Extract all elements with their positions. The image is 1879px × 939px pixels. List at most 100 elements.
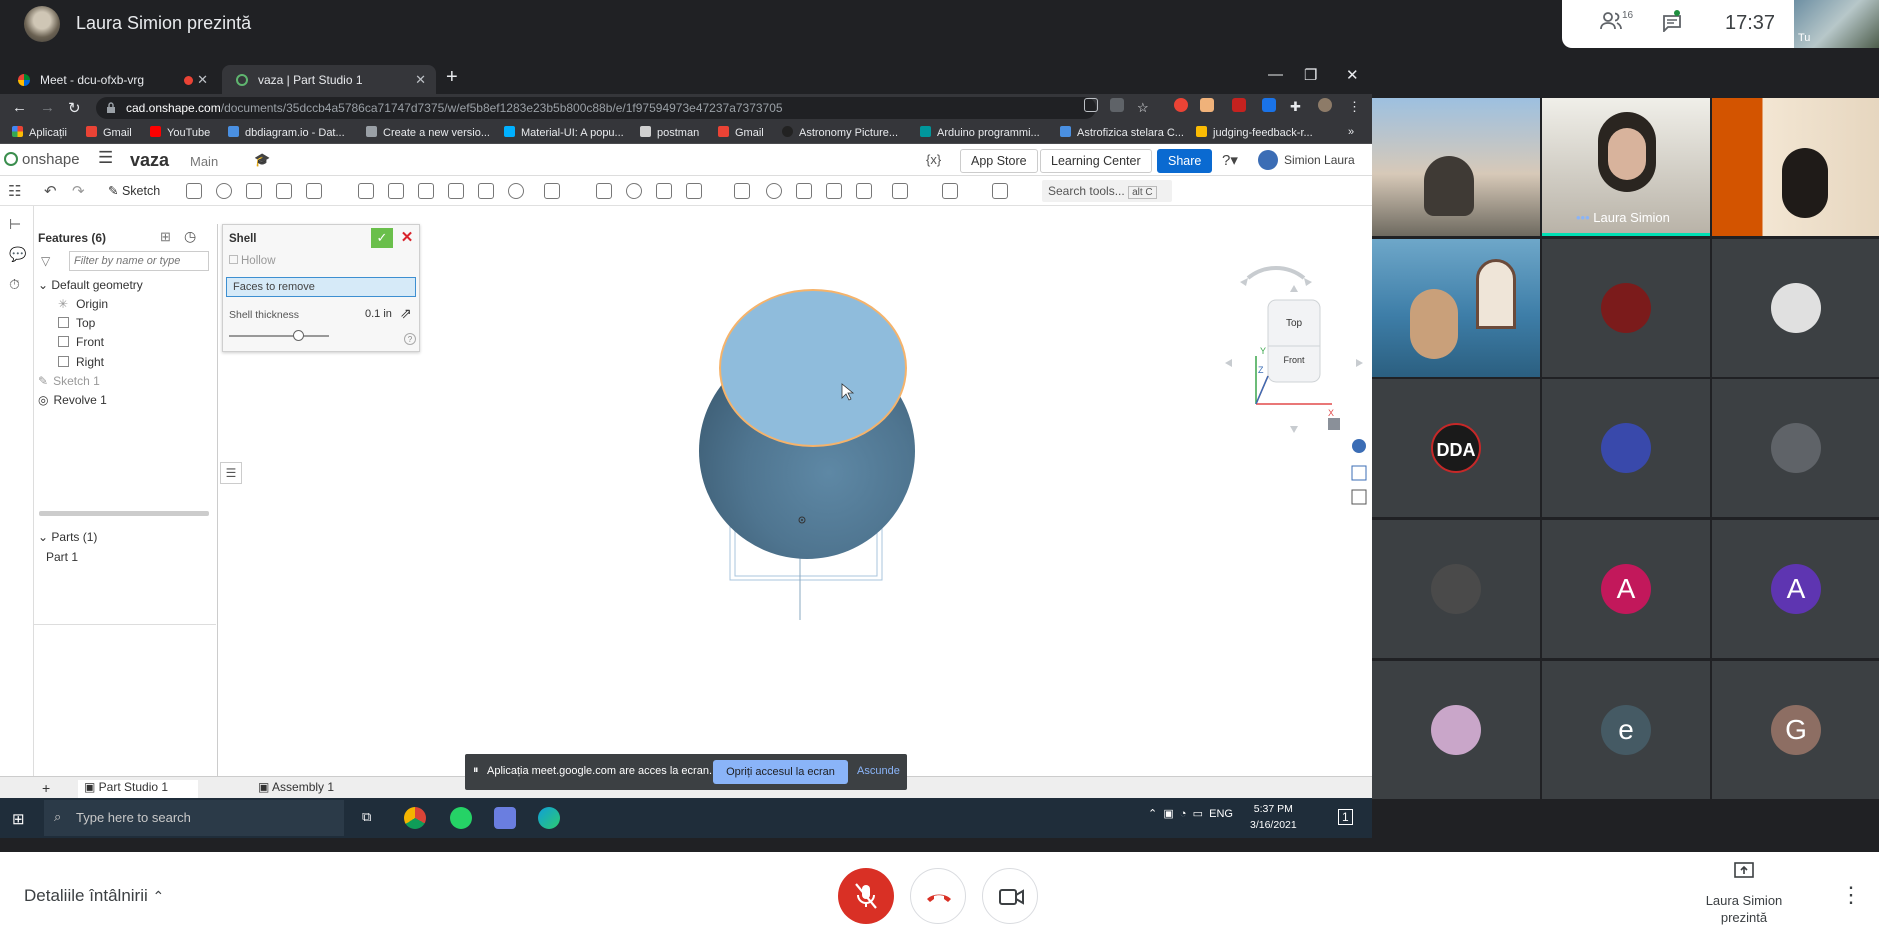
rollback-icon[interactable]: ◷ [184, 228, 196, 245]
delete-part-tool-icon[interactable] [734, 183, 750, 199]
history-icon[interactable]: ⏱ [9, 276, 20, 293]
modify-fillet-tool-icon[interactable] [766, 183, 782, 199]
parts-folder[interactable]: ⌄ Parts (1) [38, 530, 97, 544]
feature-tree-icon[interactable]: ⊢ [9, 216, 21, 233]
undo-icon[interactable]: ↶ [44, 182, 57, 200]
transform-tool-icon[interactable] [686, 183, 702, 199]
whatsapp-taskbar-icon[interactable] [450, 807, 472, 829]
edge-taskbar-icon[interactable] [538, 807, 560, 829]
selected-top-face[interactable] [719, 289, 907, 447]
tray-clock[interactable]: 5:37 PM 3/16/2021 [1250, 801, 1297, 833]
redo-icon[interactable]: ↷ [72, 182, 85, 200]
bookmark-item[interactable]: Astrofizica stelara C... [1060, 126, 1184, 139]
profile-icon[interactable] [1318, 98, 1332, 112]
feature-sketch-1[interactable]: ✎ Sketch 1 [38, 374, 100, 388]
extrude-tool-icon[interactable] [186, 183, 202, 199]
default-geometry-folder[interactable]: ⌄ Default geometry [38, 278, 143, 292]
document-name[interactable]: vaza [130, 150, 169, 171]
feature-list-icon[interactable]: ☷ [8, 182, 21, 200]
search-tools-input[interactable]: Search tools... alt C [1042, 180, 1172, 202]
bookmark-item[interactable]: Gmail [718, 126, 764, 139]
bookmark-item[interactable]: Aplicații [12, 126, 67, 139]
participant-tile[interactable]: e [1542, 661, 1710, 799]
boolean-tool-icon[interactable] [626, 183, 642, 199]
thicken-tool-icon[interactable] [306, 183, 322, 199]
branch-name[interactable]: Main [190, 154, 218, 169]
windows-start-icon[interactable]: ⊞ [12, 810, 25, 828]
hang-up-button[interactable] [910, 868, 966, 924]
present-screen-icon[interactable] [1734, 862, 1754, 880]
feature-right-plane[interactable]: Right [58, 355, 104, 369]
more-bookmarks-icon[interactable]: » [1348, 126, 1354, 138]
shell-tool-icon[interactable] [478, 183, 494, 199]
mic-off-button[interactable] [838, 868, 894, 924]
minimize-icon[interactable]: — [1268, 66, 1283, 83]
user-name[interactable]: Simion Laura [1284, 153, 1355, 167]
tab-meet[interactable]: Meet - dcu-ofxb-vrg ✕ [4, 65, 218, 94]
app-store-button[interactable]: App Store [960, 149, 1038, 173]
hamburger-menu-icon[interactable]: ☰ [98, 148, 113, 168]
close-tab-icon[interactable]: ✕ [197, 72, 208, 88]
feature-top-plane[interactable]: Top [58, 316, 95, 330]
loft-tool-icon[interactable] [276, 183, 292, 199]
participant-tile[interactable]: A [1542, 520, 1710, 658]
people-icon[interactable] [1600, 12, 1622, 30]
participant-tile-video[interactable] [1712, 98, 1879, 236]
learning-cap-icon[interactable]: 🎓 [254, 152, 270, 168]
back-icon[interactable]: ← [12, 99, 27, 116]
help-icon[interactable]: ?▾ [1222, 151, 1238, 169]
plane-tool-icon[interactable] [892, 183, 908, 199]
learning-center-button[interactable]: Learning Center [1040, 149, 1152, 173]
extension-icon[interactable] [1200, 98, 1214, 112]
participant-tile[interactable] [1542, 379, 1710, 517]
close-tab-icon[interactable]: ✕ [415, 72, 426, 88]
filter-features-input[interactable] [69, 251, 209, 271]
view-options-icon[interactable] [1328, 418, 1340, 430]
participant-tile-featured[interactable]: ••• Laura Simion [1542, 98, 1710, 236]
url-input[interactable]: cad.onshape.com/documents/35dccb4a5786ca… [96, 97, 1096, 119]
draft-tool-icon[interactable] [418, 183, 434, 199]
rib-tool-icon[interactable] [448, 183, 464, 199]
participant-tile[interactable] [1372, 520, 1540, 658]
chrome-taskbar-icon[interactable] [404, 807, 426, 829]
extension-icon[interactable] [1262, 98, 1276, 112]
split-tool-icon[interactable] [656, 183, 672, 199]
self-video-tile[interactable]: Tu [1794, 0, 1879, 48]
move-face-tool-icon[interactable] [796, 183, 812, 199]
comment-icon[interactable]: 💬 [9, 246, 26, 263]
restore-icon[interactable]: ❐ [1304, 66, 1317, 84]
participant-tile-video[interactable] [1372, 239, 1540, 377]
bookmark-item[interactable]: Create a new versio... [366, 126, 490, 139]
stop-sharing-button[interactable]: Opriți accesul la ecran [713, 760, 848, 784]
presenting-label[interactable]: Laura Simion prezintă [1690, 892, 1798, 926]
hide-notification-button[interactable]: Ascunde [857, 765, 900, 777]
share-button[interactable]: Share [1157, 149, 1213, 173]
translate-icon[interactable] [1110, 98, 1124, 112]
bookmark-item[interactable]: YouTube [150, 126, 210, 139]
onshape-logo[interactable]: onshape [4, 151, 80, 168]
language-indicator[interactable]: ENG [1209, 808, 1233, 820]
bookmark-item[interactable]: Astronomy Picture... [782, 126, 898, 139]
feature-revolve-1[interactable]: ◎ Revolve 1 [38, 393, 107, 407]
bookmark-item[interactable]: dbdiagram.io - Dat... [228, 126, 345, 139]
app-taskbar-icon[interactable] [494, 807, 516, 829]
chat-icon[interactable] [1662, 14, 1682, 32]
extension-icon[interactable] [1174, 98, 1188, 112]
new-tab-icon[interactable]: + [446, 66, 458, 89]
fillet-tool-icon[interactable] [358, 183, 374, 199]
bookmark-item[interactable]: Arduino programmi... [920, 126, 1040, 139]
revolve-tool-icon[interactable] [216, 183, 232, 199]
variables-icon[interactable]: {x} [926, 152, 941, 167]
mate-connector-tool-icon[interactable] [942, 183, 958, 199]
tab-assembly[interactable]: ▣ Assembly 1 [258, 780, 334, 794]
view-cube[interactable] [1225, 266, 1363, 433]
feature-origin[interactable]: ✳ Origin [58, 297, 108, 311]
camera-button[interactable] [982, 868, 1038, 924]
bookmark-item[interactable]: postman [640, 126, 699, 139]
tab-onshape[interactable]: vaza | Part Studio 1 ✕ [222, 65, 436, 94]
3d-viewport[interactable]: Top Front X Y Z [220, 206, 1370, 776]
user-avatar[interactable] [1258, 150, 1278, 170]
participant-tile[interactable]: A [1712, 520, 1879, 658]
bookmark-star-icon[interactable]: ☆ [1137, 100, 1149, 116]
windows-search-input[interactable]: ⌕ Type here to search [44, 800, 344, 836]
